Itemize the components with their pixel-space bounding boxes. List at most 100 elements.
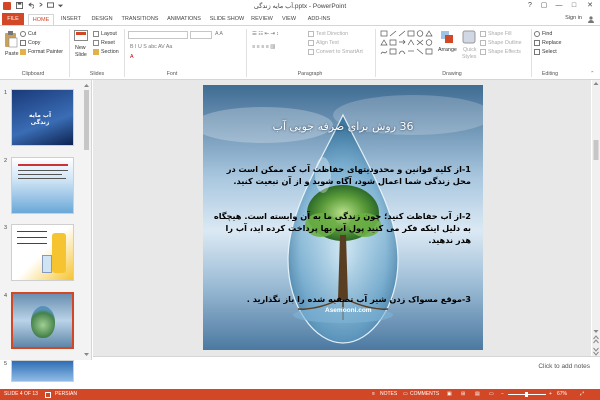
close-button[interactable]: ✕: [583, 1, 597, 10]
editing-group-label: Editing: [541, 71, 559, 77]
cut-button[interactable]: Cut: [20, 30, 36, 38]
text-direction-icon: [308, 30, 314, 37]
normal-view-icon[interactable]: ▣: [447, 389, 452, 400]
slide-thumbnail[interactable]: [11, 157, 74, 214]
thumbnail-number: 2: [4, 158, 8, 164]
quick-styles-label-2[interactable]: Styles: [462, 53, 476, 61]
scissors-icon: [20, 30, 26, 37]
slide-thumbnail[interactable]: آب مایه زندگی: [11, 89, 74, 146]
arrange-button[interactable]: Arrange: [438, 46, 457, 54]
paste-icon[interactable]: [4, 30, 18, 48]
zoom-in-button[interactable]: +: [549, 389, 552, 400]
format-painter-button[interactable]: Format Painter: [20, 48, 63, 56]
shapes-gallery[interactable]: [380, 30, 436, 60]
thumbnail-number: 5: [4, 361, 8, 367]
shape-outline-button[interactable]: Shape Outline: [480, 39, 522, 47]
notes-placeholder[interactable]: Click to add notes: [538, 363, 590, 370]
convert-smartart-label: Convert to SmartArt: [316, 49, 363, 55]
text-direction-button[interactable]: Text Direction: [308, 30, 348, 38]
reset-label: Reset: [101, 40, 115, 46]
slide-thumbnail[interactable]: [11, 360, 74, 382]
ribbon-display-button[interactable]: ▢: [537, 1, 551, 10]
shape-fill-label: Shape Fill: [488, 31, 512, 37]
thumbnail-scrollbar[interactable]: [83, 82, 90, 358]
group-divider: [375, 29, 376, 77]
thumbnail-number: 1: [4, 90, 8, 96]
tab-add-ins[interactable]: ADD-INS: [304, 14, 334, 25]
font-color-button[interactable]: A: [130, 53, 134, 61]
copy-button[interactable]: Copy: [20, 39, 40, 47]
pen-icon: [480, 39, 486, 46]
slide-paragraph-3[interactable]: 3-موقع مسواک زدن شیر آب تصفیه شده را باز…: [213, 293, 471, 305]
comments-toggle-button[interactable]: COMMENTS: [410, 389, 439, 400]
replace-icon: [534, 39, 540, 46]
help-button[interactable]: ?: [523, 1, 537, 10]
slide-thumbnail[interactable]: [11, 224, 74, 281]
clipboard-group-label: Clipboard: [21, 71, 45, 77]
tab-animations[interactable]: ANIMATIONS: [164, 14, 204, 25]
select-button[interactable]: Select: [534, 48, 557, 56]
tab-insert[interactable]: INSERT: [58, 14, 84, 25]
notes-toggle-button[interactable]: NOTES: [380, 389, 397, 400]
font-grow-shrink-icons[interactable]: A A: [215, 30, 223, 38]
shape-effects-button[interactable]: Shape Effects: [480, 48, 521, 56]
zoom-slider-thumb[interactable]: [525, 392, 528, 397]
slide-paragraph-2[interactable]: 2-از آب حفاظت کنید؛ چون زندگی ما به آن و…: [213, 210, 471, 246]
font-name-box[interactable]: [128, 31, 188, 39]
collapse-ribbon-icon[interactable]: ⌃: [590, 70, 594, 78]
spelling-check-icon[interactable]: [45, 392, 51, 398]
slide-title[interactable]: 36 روش برای صرفه جویی آب: [223, 120, 463, 133]
section-button[interactable]: Section: [93, 48, 119, 56]
minimize-button[interactable]: —: [552, 1, 566, 10]
quick-styles-icon[interactable]: [462, 30, 476, 44]
reset-button[interactable]: Reset: [93, 39, 115, 47]
zoom-out-button[interactable]: −: [501, 389, 504, 400]
fit-slide-icon[interactable]: ⤢: [580, 389, 584, 400]
slides-group-label: Slides: [89, 71, 105, 77]
slide-sorter-view-icon[interactable]: ⊞: [461, 389, 465, 400]
slideshow-view-icon[interactable]: ▭: [489, 389, 494, 400]
tab-design[interactable]: DESIGN: [88, 14, 116, 25]
layout-button[interactable]: Layout: [93, 30, 117, 38]
tab-view[interactable]: VIEW: [278, 14, 300, 25]
copy-label: Copy: [28, 40, 41, 46]
reading-view-icon[interactable]: ▤: [475, 389, 480, 400]
convert-smartart-button[interactable]: Convert to SmartArt: [308, 48, 363, 56]
shape-outline-label: Shape Outline: [488, 40, 522, 46]
tab-file[interactable]: FILE: [2, 13, 24, 25]
tab-slide-show[interactable]: SLIDE SHOW: [208, 14, 246, 25]
tab-transitions[interactable]: TRANSITIONS: [119, 14, 161, 25]
group-divider: [246, 29, 247, 77]
layout-label: Layout: [101, 31, 117, 37]
find-icon: [534, 30, 540, 37]
paint-bucket-icon: [480, 30, 486, 37]
sign-in-link[interactable]: Sign in: [565, 15, 582, 21]
replace-button[interactable]: Replace: [534, 39, 561, 47]
tab-home[interactable]: HOME: [28, 14, 54, 25]
list-buttons[interactable]: ☰ ☷ ⇤ ⇥ ↕: [252, 30, 279, 38]
current-slide[interactable]: 36 روش برای صرفه جویی آب 1-از کلیه قوانی…: [203, 85, 483, 350]
find-label: Find: [542, 31, 553, 37]
font-format-buttons[interactable]: B I U S abc AV Aa: [130, 43, 172, 51]
alignment-buttons[interactable]: ≡ ≡ ≡ ≡ ▥: [252, 43, 275, 51]
slide-paragraph-1[interactable]: 1-از کلیه قوانین و محدودیتهای حفاظت آب ک…: [213, 163, 471, 187]
find-button[interactable]: Find: [534, 30, 552, 38]
paste-button[interactable]: Paste: [5, 50, 19, 58]
new-slide-label-2[interactable]: Slide: [75, 51, 87, 59]
font-size-box[interactable]: [190, 31, 212, 39]
new-slide-icon[interactable]: [74, 30, 88, 43]
arrange-icon[interactable]: [440, 30, 454, 44]
notes-pane[interactable]: Click to add notes: [93, 356, 600, 378]
notes-toggle-icon[interactable]: ≡: [372, 389, 375, 400]
shape-fill-button[interactable]: Shape Fill: [480, 30, 512, 38]
zoom-level[interactable]: 67%: [557, 389, 567, 400]
tab-review[interactable]: REVIEW: [249, 14, 275, 25]
slide-thumbnail-selected[interactable]: [11, 292, 74, 349]
maximize-button[interactable]: □: [567, 1, 581, 10]
slide-scrollbar[interactable]: [592, 80, 600, 360]
account-icon[interactable]: [587, 16, 595, 23]
comments-icon[interactable]: ▭: [403, 389, 408, 400]
align-text-button[interactable]: Align Text: [308, 39, 339, 47]
paragraph-group-label: Paragraph: [297, 71, 323, 77]
language-status[interactable]: PERSIAN: [55, 389, 77, 400]
